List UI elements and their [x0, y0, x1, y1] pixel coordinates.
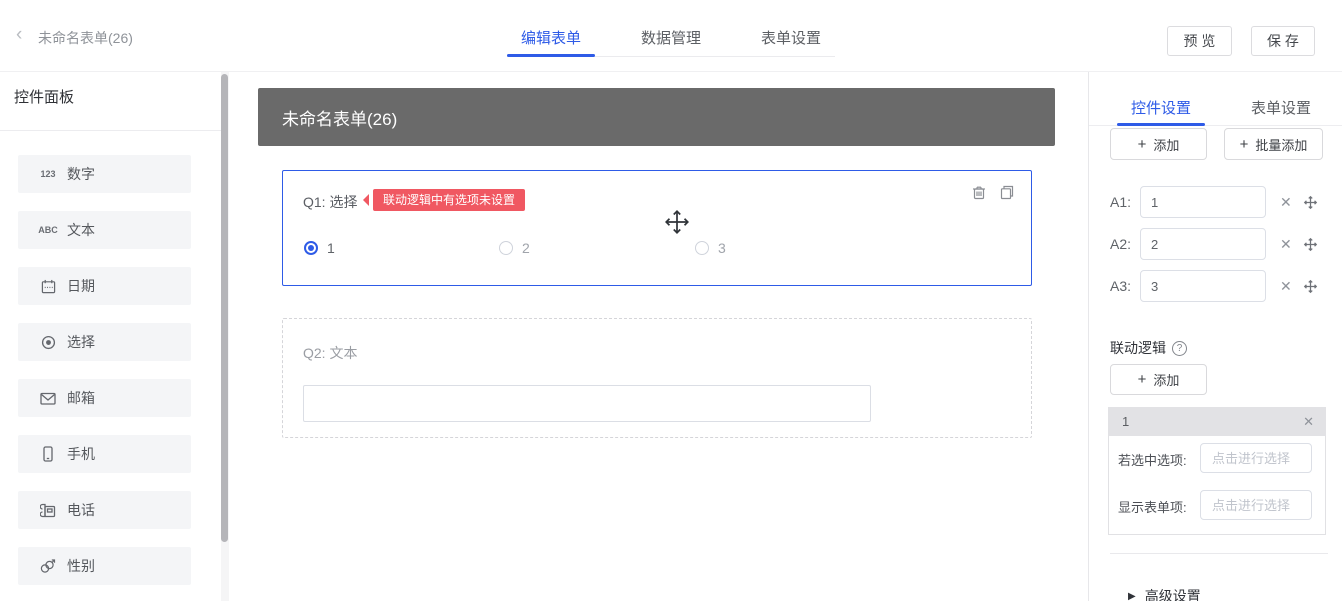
calendar-icon: [38, 278, 58, 294]
widget-item-label: 日期: [67, 276, 95, 296]
panel-tab-widget-settings[interactable]: 控件设置: [1117, 97, 1205, 118]
widget-item-label: 手机: [67, 444, 95, 464]
q2-label: Q2: 文本: [303, 343, 357, 363]
widget-panel-title: 控件面板: [14, 86, 74, 107]
delete-question-icon[interactable]: [971, 184, 987, 200]
remove-option-icon[interactable]: ✕: [1280, 228, 1292, 260]
text-icon: ABC: [38, 225, 58, 235]
advanced-divider: [1110, 553, 1328, 554]
remove-option-icon[interactable]: ✕: [1280, 186, 1292, 218]
widget-item-label: 电话: [67, 500, 95, 520]
plus-icon: +: [1138, 371, 1147, 388]
drag-option-icon[interactable]: [1303, 195, 1318, 215]
copy-question-icon[interactable]: [999, 184, 1015, 200]
add-logic-label: 添加: [1153, 370, 1179, 389]
widget-item-label: 数字: [67, 164, 95, 184]
radio-unselected-icon[interactable]: [499, 241, 513, 255]
option-a2-label: A2:: [1110, 228, 1136, 260]
widget-item-email[interactable]: 邮箱: [18, 379, 191, 417]
remove-option-icon[interactable]: ✕: [1280, 270, 1292, 302]
widget-item-mobile[interactable]: 手机: [18, 435, 191, 473]
move-cursor-icon: [664, 208, 690, 241]
question-card-q1[interactable]: Q1: 选择 联动逻辑中有选项未设置 1 2 3: [282, 170, 1032, 286]
widget-item-label: 邮箱: [67, 388, 95, 408]
form-title-banner[interactable]: 未命名表单(26): [258, 88, 1055, 146]
widget-item-date[interactable]: 日期: [18, 267, 191, 305]
add-logic-button[interactable]: + 添加: [1110, 364, 1207, 395]
number-icon: 123: [38, 169, 58, 179]
gender-icon: [38, 558, 58, 574]
widget-item-phone[interactable]: 电话: [18, 491, 191, 529]
add-option-button[interactable]: + 添加: [1110, 128, 1207, 160]
plus-icon: +: [1138, 136, 1147, 153]
question-card-q2[interactable]: Q2: 文本: [282, 318, 1032, 438]
tab-edit-form[interactable]: 编辑表单: [507, 27, 595, 48]
back-icon[interactable]: ‹: [16, 24, 22, 46]
drag-option-icon[interactable]: [1303, 279, 1318, 299]
chevron-right-icon: ▶: [1128, 591, 1136, 601]
mail-icon: [38, 390, 58, 406]
panel-divider: [1088, 72, 1089, 601]
mobile-icon: [38, 446, 58, 462]
help-icon[interactable]: ?: [1172, 341, 1187, 356]
option-a2-input[interactable]: [1140, 228, 1266, 260]
panel-tab-form-settings[interactable]: 表单设置: [1237, 97, 1325, 118]
active-tab-indicator: [507, 54, 595, 57]
drag-option-icon[interactable]: [1303, 237, 1318, 257]
advanced-settings-label: 高级设置: [1145, 586, 1201, 601]
plus-icon: +: [1240, 136, 1249, 153]
save-button[interactable]: 保 存: [1251, 26, 1315, 56]
panel-active-tab-indicator: [1117, 123, 1205, 126]
tab-data-management[interactable]: 数据管理: [627, 27, 715, 48]
logic-rule-header: 1 ✕: [1108, 407, 1326, 436]
widget-item-number[interactable]: 123 数字: [18, 155, 191, 193]
rule-target-label: 显示表单项:: [1118, 497, 1187, 516]
q2-text-input[interactable]: [303, 385, 871, 422]
widget-item-label: 选择: [67, 332, 95, 352]
q1-option-2[interactable]: 2: [499, 240, 530, 256]
remove-rule-icon[interactable]: ✕: [1303, 414, 1314, 430]
radio-selected-icon[interactable]: [304, 241, 318, 255]
batch-add-button[interactable]: + 批量添加: [1224, 128, 1323, 160]
logic-title-text: 联动逻辑: [1110, 338, 1166, 358]
q1-option-1[interactable]: 1: [304, 240, 335, 256]
widget-item-label: 文本: [67, 220, 95, 240]
phone-icon: [38, 502, 58, 518]
widget-item-choice[interactable]: 选择: [18, 323, 191, 361]
document-title: 未命名表单(26): [38, 28, 133, 48]
radio-icon: [38, 334, 58, 350]
tab-form-settings[interactable]: 表单设置: [747, 27, 835, 48]
q1-option-3[interactable]: 3: [695, 240, 726, 256]
sidebar-divider: [0, 130, 222, 131]
radio-unselected-icon[interactable]: [695, 241, 709, 255]
add-option-label: 添加: [1153, 135, 1179, 154]
rule-condition-label: 若选中选项:: [1118, 450, 1187, 469]
logic-section-title: 联动逻辑 ?: [1110, 338, 1187, 358]
q1-label: Q1: 选择: [303, 192, 357, 212]
widget-item-gender[interactable]: 性别: [18, 547, 191, 585]
option-a3-input[interactable]: [1140, 270, 1266, 302]
scrollbar-thumb[interactable]: [221, 74, 228, 542]
rule-target-select[interactable]: [1200, 490, 1312, 520]
form-title-text: 未命名表单(26): [282, 105, 397, 130]
option-label: 2: [522, 240, 530, 256]
widget-item-label: 性别: [67, 556, 95, 576]
logic-rule-index: 1: [1122, 414, 1303, 429]
advanced-settings-toggle[interactable]: ▶ 高级设置: [1128, 586, 1201, 601]
widget-list: 123 数字 ABC 文本 日期: [18, 155, 191, 601]
logic-warning-badge: 联动逻辑中有选项未设置: [373, 189, 525, 211]
option-a1-input[interactable]: [1140, 186, 1266, 218]
batch-add-label: 批量添加: [1255, 135, 1307, 154]
option-a1-label: A1:: [1110, 186, 1136, 218]
option-label: 1: [327, 240, 335, 256]
option-a3-label: A3:: [1110, 270, 1136, 302]
widget-item-text[interactable]: ABC 文本: [18, 211, 191, 249]
app-window: ‹ 未命名表单(26) 编辑表单 数据管理 表单设置 预 览 保 存 控件面板 …: [0, 0, 1342, 601]
preview-button[interactable]: 预 览: [1167, 26, 1232, 56]
option-label: 3: [718, 240, 726, 256]
rule-condition-select[interactable]: [1200, 443, 1312, 473]
